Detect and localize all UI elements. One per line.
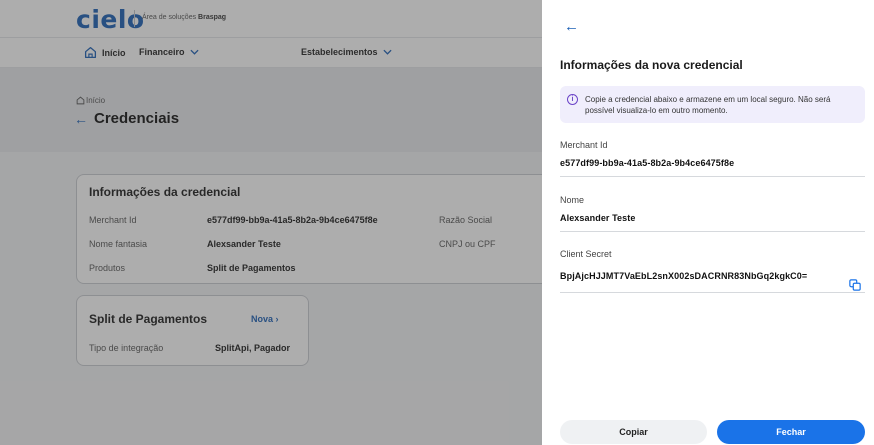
- merchant-id-label: Merchant Id: [560, 140, 608, 150]
- copiar-button[interactable]: Copiar: [560, 420, 707, 444]
- client-secret-label: Client Secret: [560, 249, 612, 259]
- info-icon: i: [567, 94, 578, 105]
- client-secret-value: BpjAjcHJJMT7VaEbL2snX002sDACRNR83NbGq2kg…: [560, 271, 808, 281]
- nome-field: Nome Alexsander Teste: [560, 195, 865, 232]
- fechar-button[interactable]: Fechar: [717, 420, 865, 444]
- nome-label: Nome: [560, 195, 585, 205]
- nome-value: Alexsander Teste: [560, 213, 636, 223]
- merchant-id-field: Merchant Id e577df99-bb9a-41a5-8b2a-9b4c…: [560, 140, 865, 177]
- info-alert: i Copie a credencial abaixo e armazene e…: [560, 86, 865, 123]
- alert-text: Copie a credencial abaixo e armazene em …: [585, 95, 831, 115]
- client-secret-field: Client Secret BpjAjcHJJMT7VaEbL2snX002sD…: [560, 249, 865, 293]
- copy-icon[interactable]: [849, 278, 861, 291]
- back-arrow-icon[interactable]: ←: [564, 18, 579, 35]
- modal-backdrop[interactable]: [0, 0, 542, 445]
- drawer-title: Informações da nova credencial: [560, 58, 743, 72]
- merchant-id-value: e577df99-bb9a-41a5-8b2a-9b4ce6475f8e: [560, 158, 735, 168]
- credential-drawer: ← Informações da nova credencial i Copie…: [542, 0, 874, 445]
